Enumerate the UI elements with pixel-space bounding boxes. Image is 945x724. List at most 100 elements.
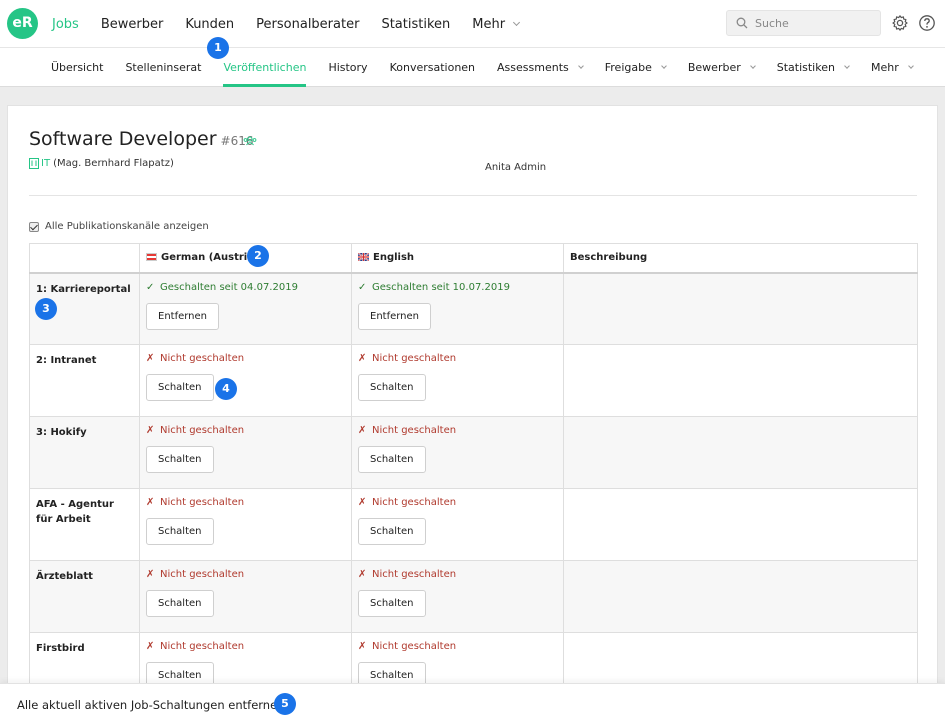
publish-button[interactable]: Schalten	[358, 518, 426, 545]
nav-statistiken[interactable]: Statistiken	[381, 17, 450, 32]
publish-button[interactable]: Schalten	[146, 374, 214, 401]
nav-personalberater[interactable]: Personalberater	[256, 17, 359, 32]
channel-name: 2: Intranet	[36, 355, 97, 366]
status-unpublished: ✗ Nicht geschalten	[358, 641, 457, 652]
remove-button[interactable]: Entfernen	[358, 302, 432, 330]
header-english: English	[351, 243, 564, 273]
tab-history[interactable]: History	[328, 48, 367, 87]
table-header: German (Austria) English Beschreibung	[29, 243, 918, 273]
table-row: 1: Karriereportal ✓ Geschalten seit 04.07…	[29, 272, 918, 345]
tab-bewerber[interactable]: Bewerber	[688, 48, 756, 87]
channel-cell: 2: Intranet	[29, 344, 140, 417]
check-icon: ✓	[146, 281, 155, 293]
nav-mehr[interactable]: Mehr	[472, 17, 521, 32]
cross-icon: ✗	[358, 425, 367, 436]
chevron-down-icon	[749, 63, 756, 69]
nav-jobs[interactable]: Jobs	[52, 17, 79, 32]
table-row: 2: Intranet ✗ Nicht geschalten Schalten ✗…	[29, 344, 918, 417]
show-all-channels[interactable]: Alle Publikationskanäle anzeigen	[29, 221, 209, 232]
status-unpublished: ✗ Nicht geschalten	[146, 497, 245, 508]
cross-icon: ✗	[358, 353, 367, 364]
status-unpublished: ✗ Nicht geschalten	[146, 425, 245, 436]
german-cell: ✗ Nicht geschalten Schalten	[139, 344, 352, 417]
publish-button[interactable]: Schalten	[358, 446, 426, 473]
tab-stelleninserat[interactable]: Stelleninserat	[125, 48, 201, 87]
cross-icon: ✗	[358, 497, 367, 508]
tab-uebersicht[interactable]: Übersicht	[51, 48, 103, 87]
german-cell: ✗ Nicht geschalten Schalten	[139, 560, 352, 633]
check-icon: ✓	[358, 281, 367, 293]
publication-table: German (Austria) English Beschreibung 1:…	[29, 243, 918, 705]
english-cell: ✗ Nicht geschalten Schalten	[351, 416, 564, 489]
header-channel	[29, 243, 140, 273]
gear-icon[interactable]	[891, 14, 909, 32]
callout-badge: 4	[215, 378, 237, 400]
tab-veroeffentlichen[interactable]: Veröffentlichen	[223, 48, 306, 87]
job-title: Software Developer #616	[29, 128, 253, 150]
bottom-action-bar: Alle aktuell aktiven Job-Schaltungen ent…	[0, 683, 945, 724]
chevron-down-icon	[513, 18, 521, 27]
tab-mehr[interactable]: Mehr	[871, 48, 914, 87]
callout-badge: 3	[35, 298, 57, 320]
chevron-down-icon	[907, 63, 914, 69]
remove-button[interactable]: Entfernen	[146, 302, 220, 330]
chevron-down-icon	[844, 63, 850, 69]
job-title-text: Software Developer	[29, 128, 217, 150]
job-owner: Anita Admin	[485, 162, 547, 173]
callout-badge: 1	[207, 37, 229, 59]
german-cell: ✓ Geschalten seit 04.07.2019 Entfernen	[139, 272, 352, 345]
status-unpublished: ✗ Nicht geschalten	[358, 569, 457, 580]
english-cell: ✗ Nicht geschalten Schalten	[351, 344, 564, 417]
department-link[interactable]: IT	[41, 158, 50, 169]
header-beschreibung: Beschreibung	[563, 243, 918, 273]
nav-bewerber[interactable]: Bewerber	[101, 17, 164, 32]
callout-badge: 5	[274, 693, 296, 715]
table-row: 3: Hokify ✗ Nicht geschalten Schalten ✗ Ni…	[29, 416, 918, 489]
callout-badge: 2	[247, 245, 269, 267]
publish-button[interactable]: Schalten	[146, 590, 214, 617]
table-row: Ärzteblatt ✗ Nicht geschalten Schalten ✗ N…	[29, 560, 918, 633]
tab-statistiken[interactable]: Statistiken	[777, 48, 850, 87]
german-cell: ✗ Nicht geschalten Schalten	[139, 488, 352, 561]
channel-cell: Ärzteblatt	[29, 560, 140, 633]
show-all-checkbox[interactable]	[29, 221, 39, 232]
chevron-down-icon	[661, 63, 667, 69]
english-cell: ✗ Nicht geschalten Schalten	[351, 488, 564, 561]
building-icon	[29, 158, 39, 169]
tab-freigabe[interactable]: Freigabe	[605, 48, 667, 87]
status-unpublished: ✗ Nicht geschalten	[146, 569, 245, 580]
publish-button[interactable]: Schalten	[358, 374, 426, 401]
publish-button[interactable]: Schalten	[358, 590, 426, 617]
search-input[interactable]	[755, 16, 870, 30]
nav-kunden[interactable]: Kunden	[185, 17, 234, 32]
divider	[29, 195, 917, 196]
table-row: AFA - Agentur für Arbeit ✗ Nicht geschalt…	[29, 488, 918, 561]
tab-konversationen[interactable]: Konversationen	[390, 48, 475, 87]
search-icon	[736, 17, 748, 29]
tab-assessments[interactable]: Assessments	[497, 48, 584, 87]
publish-button[interactable]: Schalten	[146, 518, 214, 545]
sub-nav: Übersicht Stelleninserat Veröffentlichen…	[0, 48, 945, 87]
cross-icon: ✗	[146, 353, 155, 364]
cross-icon: ✗	[146, 425, 155, 436]
search-box[interactable]	[726, 10, 881, 36]
status-published: ✓ Geschalten seit 04.07.2019	[146, 281, 298, 293]
cross-icon: ✗	[146, 497, 155, 508]
cross-icon: ✗	[146, 569, 155, 580]
app-logo[interactable]: eR	[7, 8, 38, 39]
description-cell	[563, 272, 918, 345]
publish-button[interactable]: Schalten	[146, 446, 214, 473]
remove-all-link[interactable]: Alle aktuell aktiven Job-Schaltungen ent…	[17, 698, 284, 712]
team-icon[interactable]	[243, 136, 257, 146]
cross-icon: ✗	[146, 641, 155, 652]
english-cell: ✓ Geschalten seit 10.07.2019 Entfernen	[351, 272, 564, 345]
channel-name: 3: Hokify	[36, 427, 87, 438]
show-all-label: Alle Publikationskanäle anzeigen	[45, 221, 209, 232]
channel-name: AFA - Agentur für Arbeit	[36, 499, 114, 525]
help-icon[interactable]	[918, 14, 936, 32]
status-unpublished: ✗ Nicht geschalten	[146, 353, 245, 364]
description-cell	[563, 416, 918, 489]
cross-icon: ✗	[358, 569, 367, 580]
cross-icon: ✗	[358, 641, 367, 652]
channel-name: 1: Karriereportal	[36, 283, 131, 295]
